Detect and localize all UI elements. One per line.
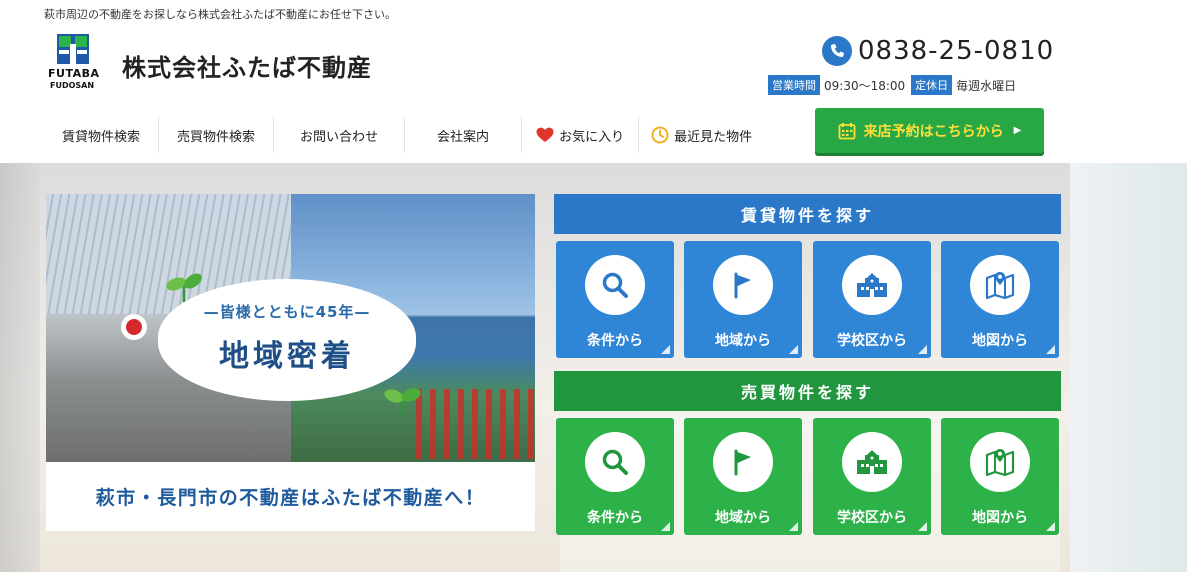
nav-label: お問い合わせ [300, 129, 379, 145]
sale-by-area-tile[interactable]: 地域から [684, 418, 802, 535]
nav-label: 賃貸物件検索 [62, 129, 141, 145]
sprout-icon [384, 388, 421, 414]
hours-value: 09:30〜18:00 [824, 78, 906, 93]
hero-background-decor [1070, 163, 1187, 572]
bubble-subtitle: —皆様とともに45年— [203, 303, 371, 321]
school-icon [842, 255, 902, 315]
search-icon [585, 255, 645, 315]
sale-by-map-tile[interactable]: 地図から [941, 418, 1059, 535]
sale-search-heading: 売買物件を探す [554, 371, 1061, 411]
tile-label: 条件から [587, 510, 643, 526]
business-hours: 営業時間 09:30〜18:00 定休日 毎週水曜日 [768, 75, 1016, 95]
tile-label: 地域から [715, 333, 771, 349]
site-tagline: 萩市周辺の不動産をお探しなら株式会社ふたば不動産にお任せ下さい。 [44, 8, 396, 21]
heart-icon [536, 127, 554, 143]
corner-arrow-icon [661, 345, 670, 354]
corner-arrow-icon [789, 345, 798, 354]
nav-label: 会社案内 [437, 129, 490, 145]
holiday-label: 定休日 [911, 75, 953, 95]
phone-icon [822, 36, 852, 66]
sale-by-conditions-tile[interactable]: 条件から [556, 418, 674, 535]
flag-icon [713, 432, 773, 492]
chevron-right-icon: ▶ [1013, 125, 1022, 136]
nav-label: お気に入り [559, 129, 625, 145]
futaba-logo-icon [57, 34, 89, 64]
tile-label: 地域から [715, 510, 771, 526]
banner-caption: 萩市・長門市の不動産はふたば不動産へ！ [95, 487, 486, 509]
logo-text: FUTABA [48, 67, 100, 80]
tile-label: 学校区から [837, 510, 907, 526]
rental-by-area-tile[interactable]: 地域から [684, 241, 802, 358]
holiday-value: 毎週水曜日 [956, 78, 1017, 93]
nav-label: 最近見た物件 [674, 129, 753, 145]
logo-subtext: FUDOSAN [50, 81, 95, 90]
map-icon [970, 255, 1030, 315]
company-name: 株式会社ふたば不動産 [122, 54, 372, 82]
bubble-title: 地域密着 [219, 339, 355, 374]
corner-arrow-icon [918, 345, 927, 354]
japan-flag-icon [121, 314, 147, 340]
rental-by-conditions-tile[interactable]: 条件から [556, 241, 674, 358]
rental-by-map-tile[interactable]: 地図から [941, 241, 1059, 358]
nav-rental-search[interactable]: 賃貸物件検索 [44, 117, 158, 153]
sale-by-school-district-tile[interactable]: 学校区から [813, 418, 931, 535]
nav-favorites[interactable]: お気に入り [521, 117, 638, 153]
nav-company[interactable]: 会社案内 [404, 117, 521, 153]
corner-arrow-icon [918, 522, 927, 531]
hours-label: 営業時間 [768, 75, 820, 95]
tile-label: 学校区から [837, 333, 907, 349]
tile-label: 地図から [972, 510, 1028, 526]
rental-search-heading: 賃貸物件を探す [554, 194, 1061, 234]
hero-banner[interactable]: —皆様とともに45年— 地域密着 萩市・長門市の不動産はふたば不動産へ！ [46, 194, 535, 531]
nav-label: 売買物件検索 [177, 129, 256, 145]
corner-arrow-icon [661, 522, 670, 531]
hero-background-decor [0, 163, 40, 572]
nav-sale-search[interactable]: 売買物件検索 [158, 117, 273, 153]
calendar-icon [838, 122, 856, 140]
rental-by-school-district-tile[interactable]: 学校区から [813, 241, 931, 358]
corner-arrow-icon [1046, 522, 1055, 531]
phone-contact[interactable]: 0838-25-0810 [822, 36, 1054, 66]
corner-arrow-icon [789, 522, 798, 531]
torii-gates [416, 389, 535, 459]
nav-recently-viewed[interactable]: 最近見た物件 [638, 117, 764, 153]
map-icon [970, 432, 1030, 492]
main-nav: 賃貸物件検索 売買物件検索 お問い合わせ 会社案内 お気に入り 最近見た物件 [44, 117, 764, 153]
company-logo[interactable]: FUTABA FUDOSAN [44, 34, 104, 94]
clock-icon [651, 126, 669, 144]
corner-arrow-icon [1046, 345, 1055, 354]
reserve-label: 来店予約はこちらから [863, 123, 1004, 140]
visit-reservation-button[interactable]: 来店予約はこちらから ▶ [815, 108, 1044, 153]
banner-photo: —皆様とともに45年— 地域密着 [46, 194, 535, 462]
flag-icon [713, 255, 773, 315]
search-icon [585, 432, 645, 492]
sprout-icon [166, 273, 202, 302]
school-icon [842, 432, 902, 492]
nav-contact[interactable]: お問い合わせ [273, 117, 404, 153]
tile-label: 地図から [972, 333, 1028, 349]
phone-number: 0838-25-0810 [858, 36, 1055, 66]
tile-label: 条件から [587, 333, 643, 349]
